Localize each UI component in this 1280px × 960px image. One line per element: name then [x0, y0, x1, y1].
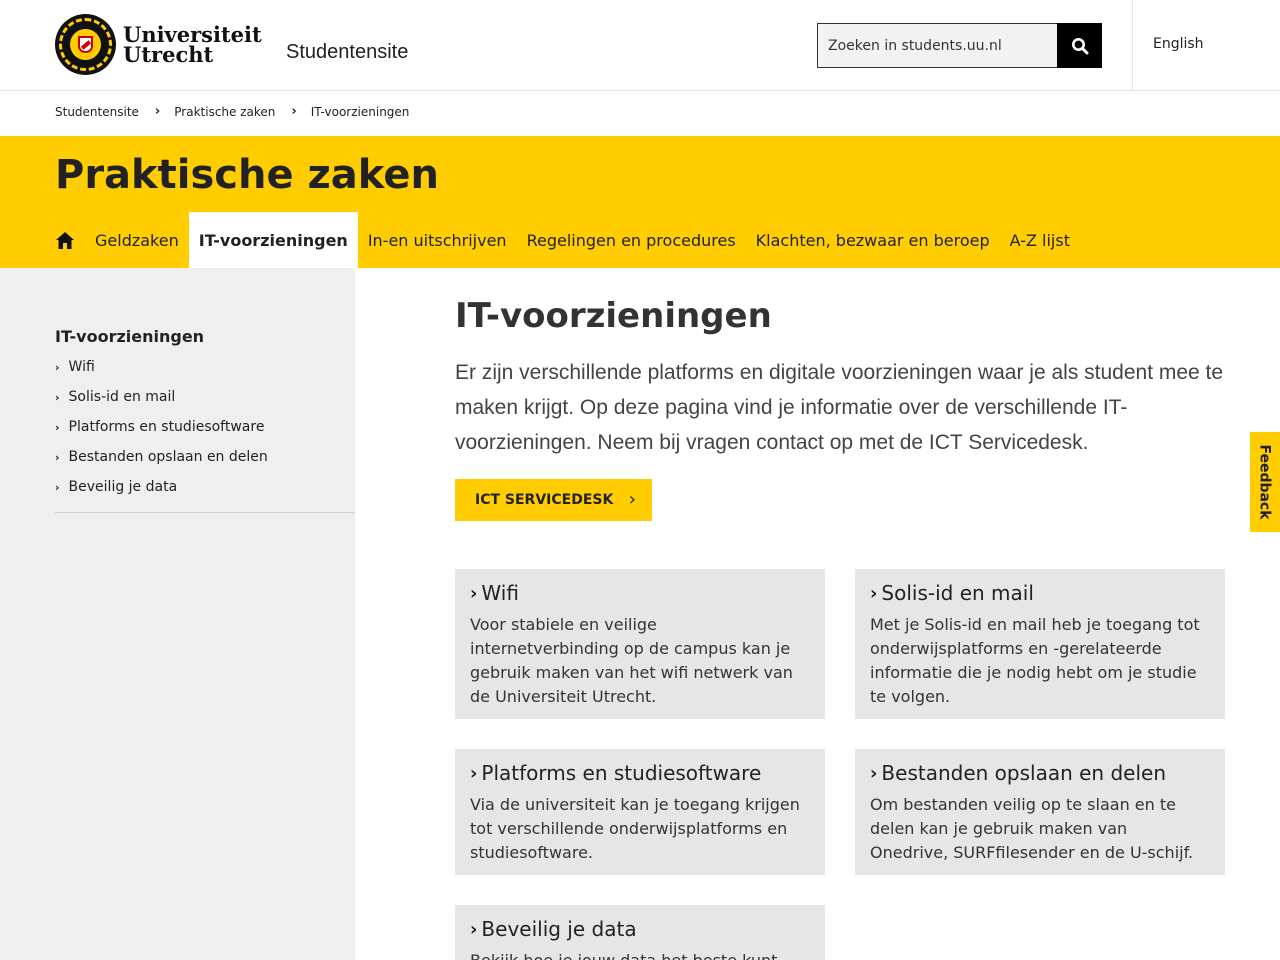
sidebar-item-platforms[interactable]: › Platforms en studiesoftware — [55, 412, 355, 442]
sidebar-item-label: Beveilig je data — [68, 479, 178, 495]
sidebar-list: › Wifi › Solis-id en mail › Platforms en st… — [55, 352, 355, 513]
card-wifi[interactable]: › Wifi Voor stabiele en veilige internetv… — [455, 569, 825, 719]
site-name[interactable]: Studentensite — [286, 41, 408, 64]
chevron-right-icon: › — [470, 762, 478, 784]
chevron-right-icon: › — [55, 390, 60, 404]
header-divider — [1132, 0, 1133, 90]
chevron-right-icon: › — [55, 480, 60, 494]
language-switch-link[interactable]: English — [1153, 36, 1204, 52]
university-seal-icon — [55, 14, 116, 75]
card-title: Beveilig je data — [481, 917, 637, 941]
nav-item-a-z-lijst[interactable]: A-Z lijst — [1000, 212, 1080, 268]
university-logo[interactable]: Universiteit Utrecht — [55, 14, 262, 75]
nav-item-in-en-uitschrijven[interactable]: In-en uitschrijven — [358, 212, 517, 268]
breadcrumb: Studentensite › Praktische zaken › IT-vo… — [55, 104, 409, 119]
sidebar-item-label: Solis-id en mail — [68, 389, 176, 405]
search-icon — [1071, 37, 1088, 54]
chevron-right-icon: › — [870, 582, 878, 604]
card-title: Solis-id en mail — [881, 581, 1034, 605]
chevron-right-icon: › — [291, 104, 297, 119]
logo-line-2: Utrecht — [123, 41, 214, 67]
breadcrumb-item-current: IT-voorzieningen — [310, 104, 410, 119]
sidebar-item-bestanden[interactable]: › Bestanden opslaan en delen — [55, 442, 355, 472]
nav-item-geldzaken[interactable]: Geldzaken — [85, 212, 189, 268]
nav-item-klachten[interactable]: Klachten, bezwaar en beroep — [746, 212, 1000, 268]
search-input[interactable] — [817, 23, 1057, 68]
nav-item-it-voorzieningen[interactable]: IT-voorzieningen — [188, 212, 358, 268]
section-banner: Praktische zaken Geldzaken IT-voorzienin… — [0, 136, 1280, 268]
intro-text: Er zijn verschillende platforms en digit… — [455, 361, 1224, 454]
card-title: Bestanden opslaan en delen — [881, 761, 1167, 785]
card-text: Bekijk hoe je jouw data het beste kunt — [470, 949, 810, 960]
card-bestanden[interactable]: › Bestanden opslaan en delen Om bestanden… — [855, 749, 1225, 875]
sidebar-item-label: Platforms en studiesoftware — [68, 419, 265, 435]
card-beveilig[interactable]: ›Beveilig je data Bekijk hoe je jouw dat… — [455, 905, 825, 960]
chevron-right-icon: › — [628, 489, 636, 510]
chevron-right-icon: › — [55, 360, 60, 374]
home-icon — [56, 231, 74, 249]
card-text: Met je Solis-id en mail heb je toegang t… — [870, 615, 1200, 706]
chevron-right-icon: › — [870, 762, 878, 784]
site-header: Universiteit Utrecht Studentensite Engli… — [0, 0, 1280, 91]
card-platforms[interactable]: › Platforms en studiesoftware Via de univ… — [455, 749, 825, 875]
chevron-right-icon: › — [55, 450, 60, 464]
card-solis-id[interactable]: › Solis-id en mail Met je Solis-id en mai… — [855, 569, 1225, 719]
chevron-right-icon: › — [55, 420, 60, 434]
breadcrumb-item-studentensite[interactable]: Studentensite — [55, 105, 139, 119]
breadcrumb-item-praktische-zaken[interactable]: Praktische zaken — [174, 105, 275, 119]
sidebar-title[interactable]: IT-voorzieningen — [55, 327, 204, 346]
sidebar-item-beveilig[interactable]: › Beveilig je data — [55, 472, 355, 502]
search-form — [817, 23, 1102, 68]
cta-label: ICT SERVICEDESK — [475, 492, 614, 508]
search-button[interactable] — [1057, 23, 1102, 68]
chevron-right-icon: › — [470, 918, 478, 940]
ict-servicedesk-button[interactable]: ICT SERVICEDESK › — [455, 479, 652, 521]
logo-wordmark: Universiteit Utrecht — [123, 24, 262, 67]
card-title: Wifi — [481, 581, 519, 605]
sidebar-item-wifi[interactable]: › Wifi — [55, 352, 355, 382]
card-title: Platforms en studiesoftware — [481, 761, 762, 785]
feedback-tab[interactable]: Feedback — [1250, 432, 1280, 532]
card-text: Om bestanden veilig op te slaan en te de… — [870, 795, 1194, 862]
nav-item-regelingen[interactable]: Regelingen en procedures — [517, 212, 746, 268]
sidebar-item-label: Wifi — [68, 359, 95, 375]
chevron-right-icon: › — [470, 582, 478, 604]
card-text: Via de universiteit kan je toegang krijg… — [470, 795, 800, 862]
card-text: Voor stabiele en veilige internetverbind… — [470, 615, 793, 706]
feedback-label: Feedback — [1257, 444, 1273, 520]
sidebar-item-label: Bestanden opslaan en delen — [68, 449, 268, 465]
section-nav: Geldzaken IT-voorzieningen In-en uitschr… — [45, 212, 1080, 268]
section-title: Praktische zaken — [55, 152, 439, 198]
sidebar: IT-voorzieningen › Wifi › Solis-id en mail… — [0, 268, 355, 960]
sidebar-item-solis-id[interactable]: › Solis-id en mail — [55, 382, 355, 412]
nav-home-button[interactable] — [45, 212, 85, 268]
chevron-right-icon: › — [154, 104, 161, 119]
page-title: IT-voorzieningen — [455, 296, 772, 336]
